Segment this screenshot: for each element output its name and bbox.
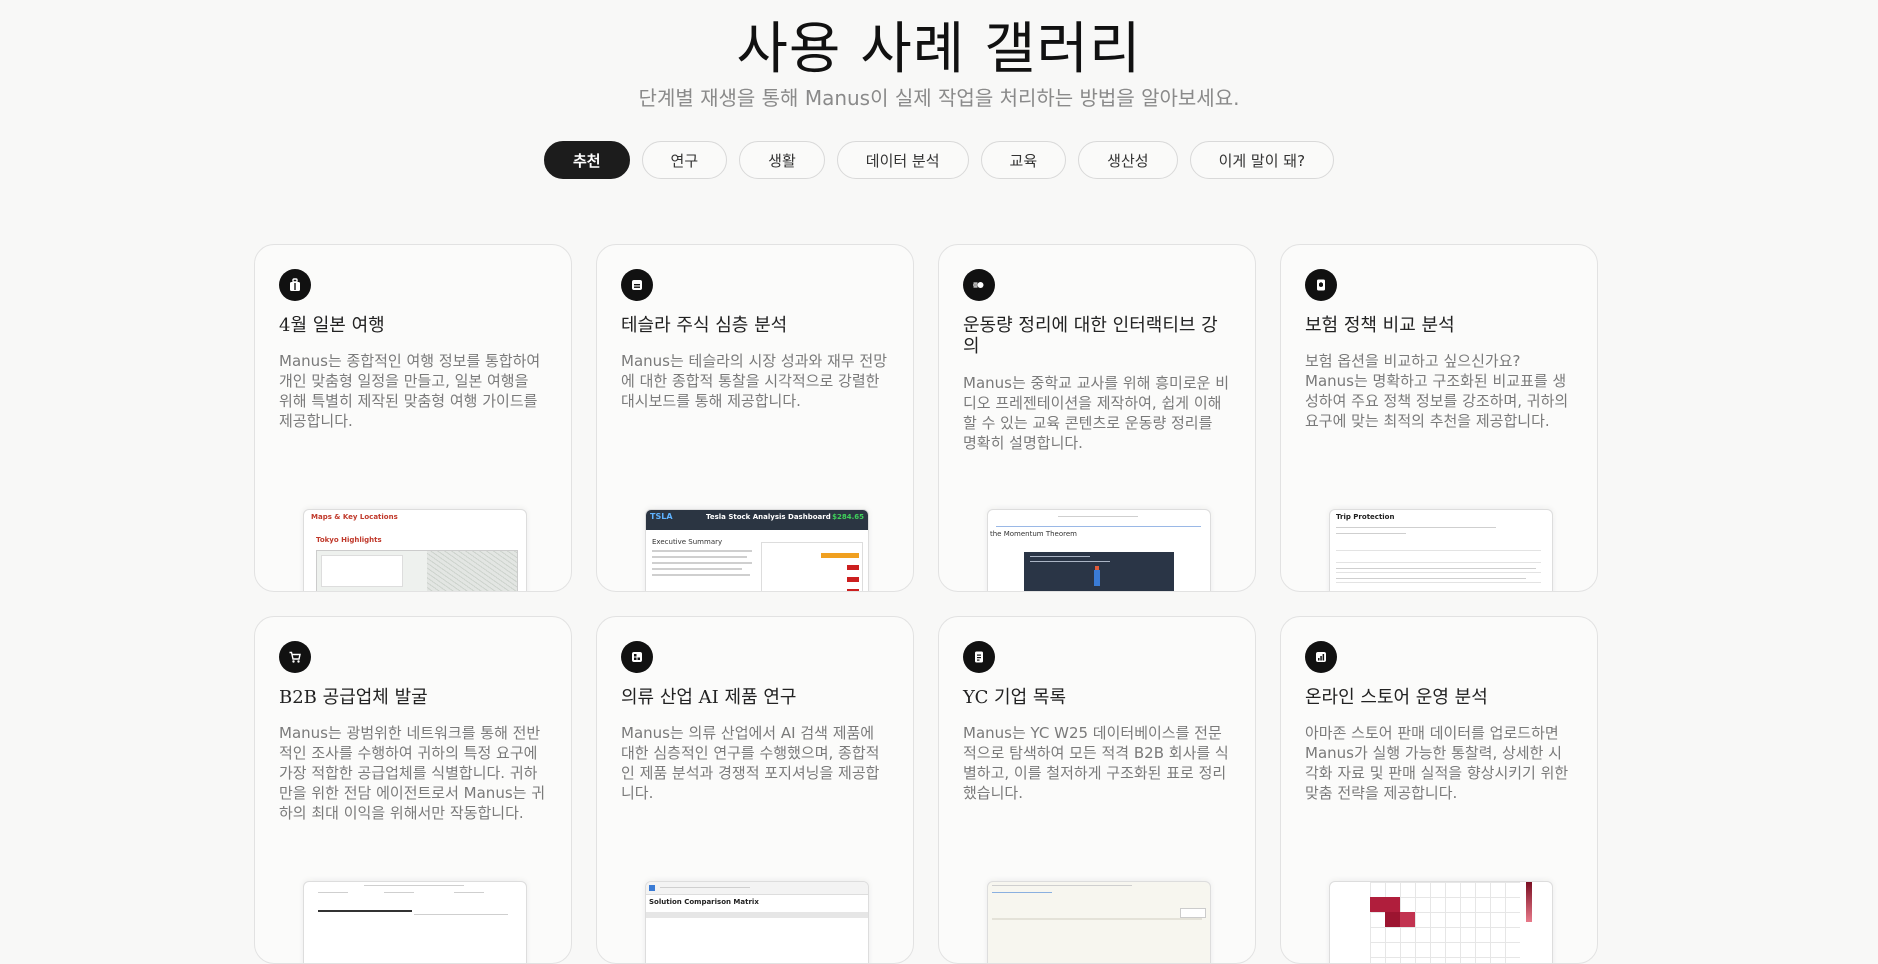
use-case-card-b2b-supplier[interactable]: B2B 공급업체 발굴 Manus는 광범위한 네트워크를 통해 전반적인 조사…: [254, 616, 572, 964]
use-case-card-tesla-stock[interactable]: 테슬라 주식 심층 분석 Manus는 테슬라의 시장 성과와 재무 전망에 대…: [596, 244, 914, 592]
card-description: 보험 옵션을 비교하고 싶으신가요? Manus는 명확하고 구조화된 비교표를…: [1305, 352, 1569, 430]
card-preview-image: [1329, 881, 1553, 963]
momentum-icon: [963, 269, 995, 301]
card-description: Manus는 의류 산업에서 AI 검색 제품에 대한 심층적인 연구를 수행했…: [621, 724, 880, 802]
tab-life[interactable]: 생활: [739, 141, 825, 179]
card-title: 4월 일본 여행: [279, 315, 385, 336]
use-case-card-momentum-lecture[interactable]: 운동량 정리에 대한 인터랙티브 강의 Manus는 중학교 교사를 위해 흥미…: [938, 244, 1256, 592]
lecture-slide-thumbnail: [1024, 552, 1174, 591]
card-description: Manus는 테슬라의 시장 성과와 재무 전망에 대한 종합적 통찰을 시각적…: [621, 352, 888, 410]
card-title: 운동량 정리에 대한 인터랙티브 강의: [963, 315, 1218, 357]
bar-chart-icon: [1305, 641, 1337, 673]
preview-subheading: the Momentum Theorem: [990, 530, 1077, 538]
category-tabs: 추천 연구 생활 데이터 분석 교육 생산성 이게 말이 돼?: [0, 141, 1878, 179]
preview-heading: Maps & Key Locations: [311, 513, 398, 521]
page-subtitle: 단계별 재생을 통해 Manus이 실제 작업을 처리하는 방법을 알아보세요.: [638, 86, 1240, 110]
use-case-card-insurance-comparison[interactable]: 보험 정책 비교 분석 보험 옵션을 비교하고 싶으신가요? Manus는 명확…: [1280, 244, 1598, 592]
use-case-grid: 4월 일본 여행 Manus는 종합적인 여행 정보를 통합하여 개인 맞춤형 …: [254, 244, 1598, 964]
browser-bar: [646, 882, 868, 895]
preview-heading: Tesla Stock Analysis Dashboard: [706, 513, 831, 521]
chart-box-icon: [621, 269, 653, 301]
tab-does-this-make-sense[interactable]: 이게 말이 돼?: [1189, 141, 1335, 179]
card-description: Manus는 종합적인 여행 정보를 통합하여 개인 맞춤형 일정을 만들고, …: [279, 352, 541, 430]
card-title: YC 기업 목록: [963, 687, 1067, 708]
tab-research[interactable]: 연구: [641, 141, 728, 179]
use-case-card-online-store-analysis[interactable]: 온라인 스토어 운영 분석 아마존 스토어 판매 데이터를 업로드하면 Manu…: [1280, 616, 1598, 964]
tab-featured[interactable]: 추천: [543, 141, 630, 179]
card-preview-image: Trip Protection: [1329, 509, 1553, 591]
preview-subheading: Executive Summary: [652, 538, 723, 546]
preview-ticker: TSLA: [650, 512, 673, 521]
card-title: 온라인 스토어 운영 분석: [1305, 687, 1488, 708]
card-preview-image: [987, 881, 1211, 963]
card-description: Manus는 광범위한 네트워크를 통해 전반적인 조사를 수행하여 귀하의 특…: [279, 724, 546, 822]
card-description: Manus는 YC W25 데이터베이스를 전문적으로 탐색하여 모든 적격 B…: [963, 724, 1229, 802]
card-preview-image: [303, 881, 527, 963]
card-preview-image: Solution Comparison Matrix: [645, 881, 869, 963]
cart-icon: [279, 641, 311, 673]
heatmap-thumbnail: [1370, 882, 1520, 963]
card-title: 테슬라 주식 심층 분석: [621, 315, 788, 336]
list-icon: [963, 641, 995, 673]
card-preview-image: TSLA Tesla Stock Analysis Dashboard $284…: [645, 509, 869, 591]
tab-productivity[interactable]: 생산성: [1078, 141, 1178, 179]
use-case-card-yc-company-list[interactable]: YC 기업 목록 Manus는 YC W25 데이터베이스를 전문적으로 탐색하…: [938, 616, 1256, 964]
tab-data-analysis[interactable]: 데이터 분석: [836, 141, 969, 179]
preview-heading: Solution Comparison Matrix: [649, 898, 759, 906]
card-description: Manus는 중학교 교사를 위해 흥미로운 비디오 프레젠테이션을 제작하여,…: [963, 374, 1230, 452]
metrics-table: [761, 542, 863, 591]
card-preview-image: Maps & Key Locations Tokyo Highlights: [303, 509, 527, 591]
card-title: 보험 정책 비교 분석: [1305, 315, 1455, 336]
preview-subheading: Tokyo Highlights: [316, 536, 382, 544]
page-title: 사용 사례 갤러리: [736, 17, 1142, 82]
use-case-card-apparel-ai-research[interactable]: 의류 산업 AI 제품 연구 Manus는 의류 산업에서 AI 검색 제품에 …: [596, 616, 914, 964]
card-title: B2B 공급업체 발굴: [279, 687, 428, 708]
map-thumbnail: [316, 550, 518, 591]
use-case-card-japan-trip[interactable]: 4월 일본 여행 Manus는 종합적인 여행 정보를 통합하여 개인 맞춤형 …: [254, 244, 572, 592]
preview-price: $284.65: [832, 513, 864, 521]
card-title: 의류 산업 AI 제품 연구: [621, 687, 797, 708]
luggage-icon: [279, 269, 311, 301]
policy-icon: [1305, 269, 1337, 301]
card-description: 아마존 스토어 판매 데이터를 업로드하면 Manus가 실행 가능한 통찰력,…: [1305, 724, 1569, 802]
preview-heading: Trip Protection: [1336, 513, 1395, 521]
card-preview-image: the Momentum Theorem: [987, 509, 1211, 591]
research-icon: [621, 641, 653, 673]
tab-education[interactable]: 교육: [980, 141, 1067, 179]
